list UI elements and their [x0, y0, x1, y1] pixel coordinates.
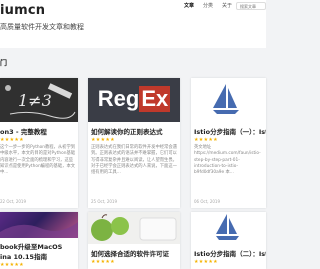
article-title[interactable]: book升级至MacOS — [0, 241, 62, 251]
article-title[interactable]: on3 - 完整教程 — [0, 126, 47, 136]
article-thumbnail[interactable]: 1≠3 — [0, 78, 78, 122]
rating-stars: ★★★★★ — [91, 137, 115, 143]
article-excerpt: 正则表达式在我们日常的软件开发中经常会遇到。正则表达式的语法并不难掌握，它们可以… — [91, 145, 177, 176]
article-thumbnail[interactable]: Reg Ex — [88, 78, 180, 122]
rating-stars: ★★★★★ — [0, 137, 24, 143]
article-thumbnail[interactable] — [191, 78, 266, 122]
search-input[interactable] — [236, 2, 266, 10]
article-card-macos[interactable]: book升级至MacOS ina 10.15指南 ★★★★★ — [0, 212, 78, 269]
nav-item-articles[interactable]: 文章 — [184, 3, 194, 9]
svg-text:1≠3: 1≠3 — [18, 91, 52, 110]
site-header: iumcn 高质量软件开发文章和教程 文章 分类 关于 联系 — [0, 0, 266, 48]
article-date: 22 Oct, 2019 — [0, 199, 26, 204]
article-card-python[interactable]: 1≠3 on3 - 完整教程 ★★★★★ 这个一步一步的Python教程，从初学… — [0, 78, 78, 208]
article-title[interactable]: Istio分步指南（一）：Ist — [194, 126, 266, 136]
article-title[interactable]: 如何选择合适的软件许可证 — [91, 248, 169, 258]
article-title-line2[interactable]: ina 10.15指南 — [0, 251, 47, 261]
rating-stars: ★★★★★ — [0, 262, 24, 268]
article-excerpt: 英文地址 https://medium.com/faun/istio-step-… — [194, 145, 261, 176]
article-thumbnail[interactable] — [88, 212, 180, 244]
nav-item-about[interactable]: 关于 — [222, 3, 232, 9]
article-date: 25 Oct, 2019 — [91, 199, 117, 204]
rating-stars: ★★★★★ — [194, 259, 218, 265]
article-excerpt: 这个一步一步的Python教程，从初学到中级水平，本文的目的是对Python基础… — [0, 145, 76, 176]
rating-stars: ★★★★★ — [91, 259, 115, 265]
article-card-istio-2[interactable]: Istio分步指南（二）：Ist ★★★★★ — [191, 212, 266, 269]
nav-item-categories[interactable]: 分类 — [203, 3, 213, 9]
article-card-istio-1[interactable]: Istio分步指南（一）：Ist ★★★★★ 英文地址 https://medi… — [191, 78, 266, 208]
article-title[interactable]: Istio分步指南（二）：Ist — [194, 248, 266, 258]
site-brand[interactable]: iumcn — [0, 3, 45, 18]
article-date: 06 Oct, 2019 — [194, 199, 220, 204]
istio-sail-icon — [213, 84, 239, 114]
rating-stars: ★★★★★ — [194, 137, 218, 143]
article-thumbnail[interactable] — [191, 212, 266, 244]
article-thumbnail[interactable] — [0, 212, 78, 238]
section-heading: 门 — [0, 59, 7, 67]
article-card-regex[interactable]: Reg Ex 如何解读你的正则表达式 ★★★★★ 正则表达式在我们日常的软件开发… — [88, 78, 180, 208]
site-tagline: 高质量软件开发文章和教程 — [0, 23, 84, 31]
article-title[interactable]: 如何解读你的正则表达式 — [91, 126, 163, 136]
istio-sail-icon — [216, 214, 239, 240]
regex-logo: Reg Ex — [98, 84, 171, 114]
regex-logo-reg: Reg — [97, 86, 140, 111]
regex-logo-ex: Ex — [139, 86, 171, 112]
article-card-license[interactable]: 如何选择合适的软件许可证 ★★★★★ — [88, 212, 180, 269]
